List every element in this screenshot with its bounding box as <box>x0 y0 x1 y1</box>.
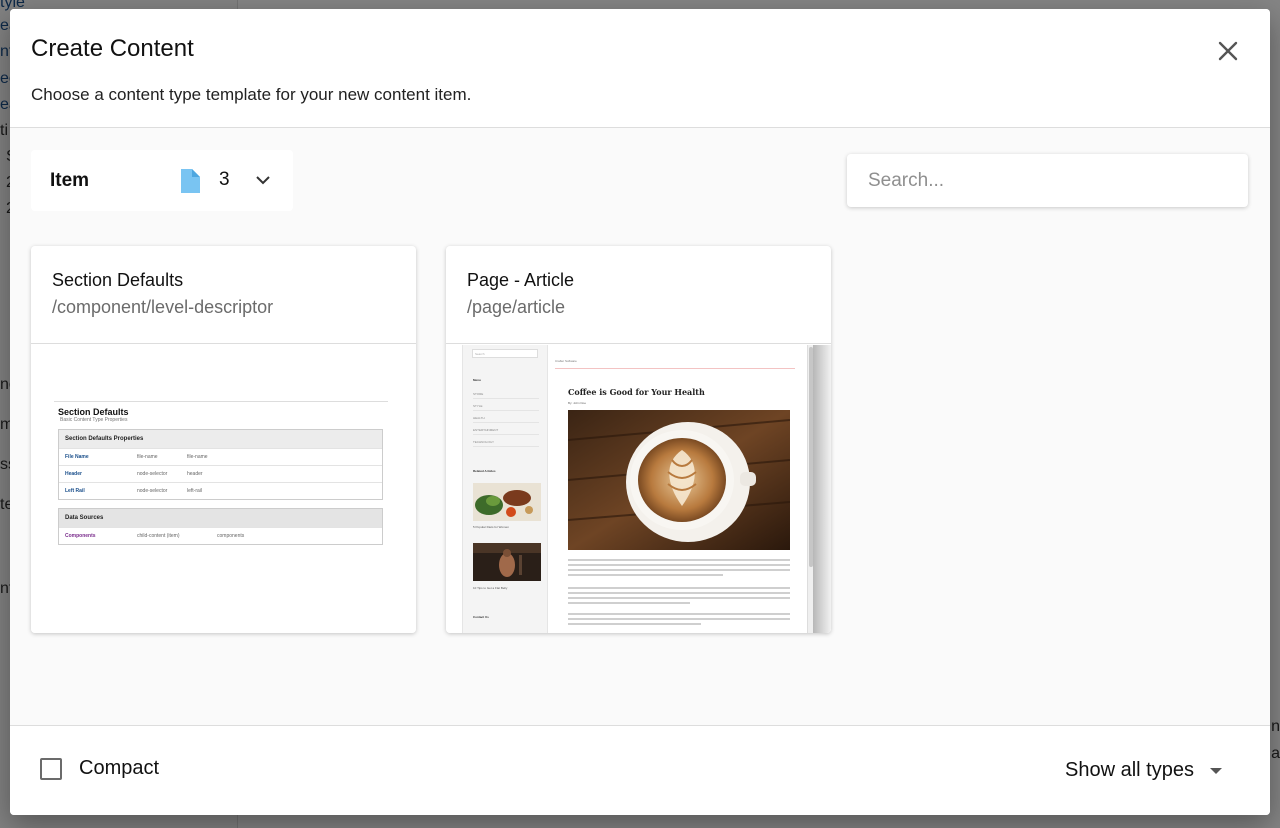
preview-edge <box>813 345 831 633</box>
preview-caption: 10 Tips to Get a Flat Belly <box>473 586 508 590</box>
preview-nav-item: STORE <box>473 392 539 399</box>
preview-cell: Components <box>65 533 96 539</box>
chevron-down-icon <box>256 176 270 185</box>
card-path: /page/article <box>467 297 566 317</box>
preview-paragraph <box>568 587 790 607</box>
dialog-title: Create Content <box>31 35 194 62</box>
search-input[interactable] <box>847 154 1248 207</box>
article-preview: Search Menu STORE STYLE HEALTH ENTERTAIN… <box>462 345 814 633</box>
preview-cell: file-name <box>187 454 208 460</box>
search-box <box>847 154 1248 207</box>
preview-cell: left-rail <box>187 488 203 494</box>
preview-related-label: Related Articles <box>473 469 496 473</box>
preview-nav-item: STYLE <box>473 404 539 411</box>
card-name: Page - Article <box>467 270 575 290</box>
compact-label: Compact <box>79 757 160 779</box>
preview-cell: node-selector <box>137 488 168 494</box>
preview-search: Search <box>472 349 538 358</box>
preview-text <box>473 624 539 626</box>
card-header: Page - Article /page/article <box>446 246 831 344</box>
compact-checkbox[interactable] <box>40 757 62 780</box>
preview-subtitle: Basic Content Type Properties <box>60 417 128 423</box>
card-header: Section Defaults /component/level-descri… <box>31 246 416 344</box>
preview-row: Header node-selector header <box>59 465 382 482</box>
preview-paragraph <box>568 559 790 579</box>
content-type-card[interactable]: Section Defaults /component/level-descri… <box>31 246 416 633</box>
preview-paragraph <box>568 613 790 628</box>
preview-panel: Data Sources Components child-content (i… <box>58 508 383 545</box>
preview-cell: File Name <box>65 454 89 460</box>
type-filter-label: Item <box>50 169 90 191</box>
close-icon <box>1218 41 1238 61</box>
dialog-body: Item 3 Section Defaults /component/level… <box>10 128 1270 725</box>
preview-sidebar: Search Menu STORE STYLE HEALTH ENTERTAIN… <box>463 345 548 633</box>
compact-toggle[interactable]: Compact <box>40 757 159 780</box>
food-image <box>473 483 541 521</box>
form-preview: Section Defaults Basic Content Type Prop… <box>54 401 388 545</box>
file-icon <box>181 169 200 193</box>
preview-nav-item: HEALTH <box>473 416 539 423</box>
preview-main: Crafter Software Coffee is Good for Your… <box>549 345 807 633</box>
preview-caption: 5 Popular Diets for Women <box>473 525 509 529</box>
preview-panel-title: Data Sources <box>59 509 382 527</box>
preview-nav-item: ENTERTAINMENT <box>473 428 539 435</box>
dialog-footer: Compact Show all types <box>10 725 1270 815</box>
dialog-header: Create Content Choose a content type tem… <box>10 9 1270 128</box>
preview-row: File Name file-name file-name <box>59 448 382 465</box>
preview-title: Section Defaults <box>58 407 129 417</box>
card-path: /component/level-descriptor <box>52 297 274 317</box>
preview-cell: Header <box>65 471 82 477</box>
content-type-card[interactable]: Page - Article /page/article Search Menu… <box>446 246 831 633</box>
content-type-filter[interactable]: Item 3 <box>31 150 293 211</box>
show-all-types-dropdown[interactable]: Show all types <box>1065 759 1222 782</box>
caret-down-icon <box>1209 767 1222 774</box>
preview-nav-item: TECHNOLOGY <box>473 440 539 447</box>
type-count: 3 <box>219 169 230 190</box>
preview-cell: Left Rail <box>65 488 85 494</box>
card-preview: Search Menu STORE STYLE HEALTH ENTERTAIN… <box>446 345 831 633</box>
preview-cell: node-selector <box>137 471 168 477</box>
preview-row: Components child-content (item) componen… <box>59 527 382 544</box>
preview-menu-label: Menu <box>473 378 481 382</box>
create-content-dialog: Create Content Choose a content type tem… <box>10 9 1270 815</box>
preview-row: Left Rail node-selector left-rail <box>59 482 382 499</box>
preview-site-name: Crafter Software <box>555 359 577 363</box>
show-all-types-label: Show all types <box>1065 759 1194 781</box>
fitness-image <box>473 543 541 581</box>
card-name: Section Defaults <box>52 270 184 290</box>
preview-panel-title: Section Defaults Properties <box>59 430 382 448</box>
coffee-image <box>568 410 790 550</box>
preview-panel: Section Defaults Properties File Name fi… <box>58 429 383 500</box>
preview-cell: child-content (item) <box>137 533 180 539</box>
preview-cell: file-name <box>137 454 158 460</box>
preview-cell: components <box>217 533 245 539</box>
preview-byline: By: John Doe <box>568 401 587 405</box>
preview-cell: header <box>187 471 203 477</box>
dialog-subtitle: Choose a content type template for your … <box>31 85 472 104</box>
close-button[interactable] <box>1214 37 1242 65</box>
card-preview: Section Defaults Basic Content Type Prop… <box>31 345 416 633</box>
preview-contact-label: Contact Us <box>473 615 489 619</box>
preview-headline: Coffee is Good for Your Health <box>568 387 705 397</box>
